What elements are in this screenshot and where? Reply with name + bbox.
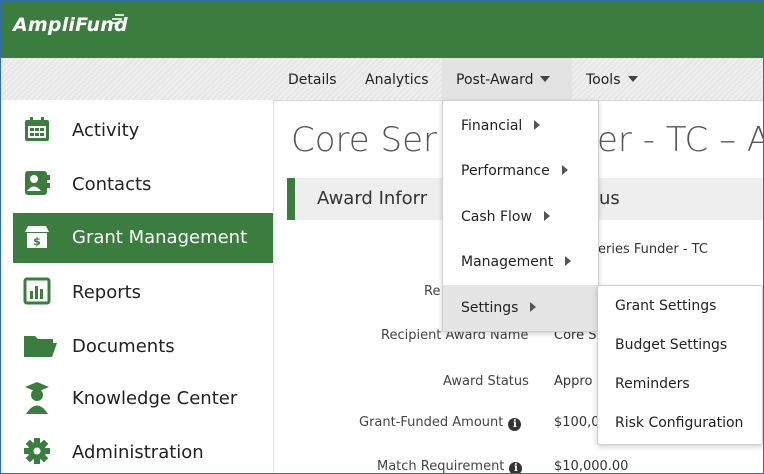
sidebar-item-activity[interactable]: Activity — [13, 106, 273, 156]
calendar-icon — [25, 117, 49, 141]
logo-lines-icon — [109, 14, 124, 24]
caret-down-icon — [627, 76, 638, 82]
menu-item-text: Performance — [461, 163, 550, 179]
field-value: $100,0 — [554, 415, 600, 430]
grant-box-icon: $ — [25, 226, 49, 248]
sidebar-item-label: Contacts — [72, 174, 152, 195]
sidebar-item-knowledge-center[interactable]: Knowledge Center — [13, 374, 273, 424]
graduate-icon — [25, 382, 49, 414]
field-value: Appro — [554, 374, 593, 389]
submenu-item-risk-configuration[interactable]: Risk Configuration — [615, 415, 743, 431]
caret-right-icon — [565, 256, 572, 266]
info-icon[interactable]: i — [509, 462, 523, 473]
menu-item-label: Management — [461, 254, 572, 270]
menu-item-text: Settings — [461, 300, 519, 316]
sidebar-item-documents[interactable]: Documents — [13, 322, 273, 372]
caret-right-icon — [561, 165, 568, 175]
menu-item-text: Management — [461, 254, 554, 270]
menu-item-label: Cash Flow — [461, 209, 550, 225]
settings-submenu: Grant Settings Budget Settings Reminders… — [597, 285, 763, 445]
tab-details[interactable]: Details — [288, 58, 337, 100]
app-window: AmpliFund Details Analytics Post-Award T… — [0, 0, 764, 474]
tab-label: Tools — [586, 72, 621, 88]
section-title-left: Award Inforr — [317, 188, 428, 209]
field-label-with-info: Match Requirement i — [377, 459, 523, 474]
page-title-left: Core Ser — [291, 120, 437, 160]
sidebar-item-contacts[interactable]: Contacts — [13, 160, 273, 210]
section-title-right: us — [599, 188, 620, 209]
menu-item-label: Settings — [461, 300, 537, 316]
caret-right-icon — [534, 120, 541, 130]
sidebar-item-label: Administration — [72, 442, 204, 463]
caret-down-icon — [540, 76, 551, 82]
menu-item-settings[interactable]: Settings — [443, 285, 598, 331]
sidebar-item-label: Documents — [72, 336, 175, 357]
info-icon[interactable]: i — [508, 418, 522, 431]
menu-item-cash-flow[interactable]: Cash Flow — [443, 194, 598, 238]
menu-item-text: Cash Flow — [461, 209, 532, 225]
tab-label: Details — [288, 72, 337, 88]
tab-post-award[interactable]: Post-Award — [442, 58, 572, 100]
submenu-item-grant-settings[interactable]: Grant Settings — [615, 298, 716, 314]
page-title-right: er - TC – A — [597, 120, 764, 160]
field-label: Award Status — [443, 374, 529, 389]
field-label-text: Match Requirement — [377, 459, 505, 474]
menu-item-text: Financial — [461, 118, 523, 134]
field-label-with-info: Grant-Funded Amount i — [359, 415, 522, 431]
menu-item-label: Financial — [461, 118, 541, 134]
partial-field-label: Re — [424, 284, 441, 299]
field-value: $10,000.00 — [554, 459, 629, 474]
sidebar-item-reports[interactable]: Reports — [13, 268, 273, 318]
tab-tools[interactable]: Tools — [586, 58, 638, 100]
contact-card-icon — [25, 171, 50, 195]
menu-item-performance[interactable]: Performance — [443, 148, 598, 192]
sidebar-item-label: Activity — [72, 120, 140, 141]
funder-value: eries Funder - TC — [598, 242, 708, 257]
bar-chart-icon — [23, 277, 51, 305]
post-award-dropdown: Financial Performance Cash Flow Manageme… — [442, 100, 599, 332]
field-label-text: Grant-Funded Amount — [359, 415, 504, 430]
tab-label: Post-Award — [456, 72, 534, 88]
sidebar-item-grant-management[interactable]: $ Grant Management — [13, 213, 273, 263]
caret-right-icon — [543, 211, 550, 221]
sidebar-item-label: Reports — [72, 282, 142, 303]
sidebar-item-label: Grant Management — [72, 227, 248, 248]
tab-analytics[interactable]: Analytics — [365, 58, 429, 100]
menu-item-financial[interactable]: Financial — [443, 103, 598, 147]
tab-label: Analytics — [365, 72, 429, 88]
submenu-item-reminders[interactable]: Reminders — [615, 376, 690, 392]
menu-item-management[interactable]: Management — [443, 239, 598, 283]
sidebar-item-administration[interactable]: Administration — [13, 428, 273, 473]
menu-item-label: Performance — [461, 163, 568, 179]
sidebar-item-label: Knowledge Center — [72, 388, 238, 409]
sidebar: Activity Contacts $ Grant Management Rep… — [1, 100, 274, 473]
gear-icon — [24, 438, 50, 464]
caret-right-icon — [530, 302, 537, 312]
folder-icon — [24, 336, 57, 357]
submenu-item-budget-settings[interactable]: Budget Settings — [615, 337, 727, 353]
svg-text:$: $ — [33, 235, 41, 248]
